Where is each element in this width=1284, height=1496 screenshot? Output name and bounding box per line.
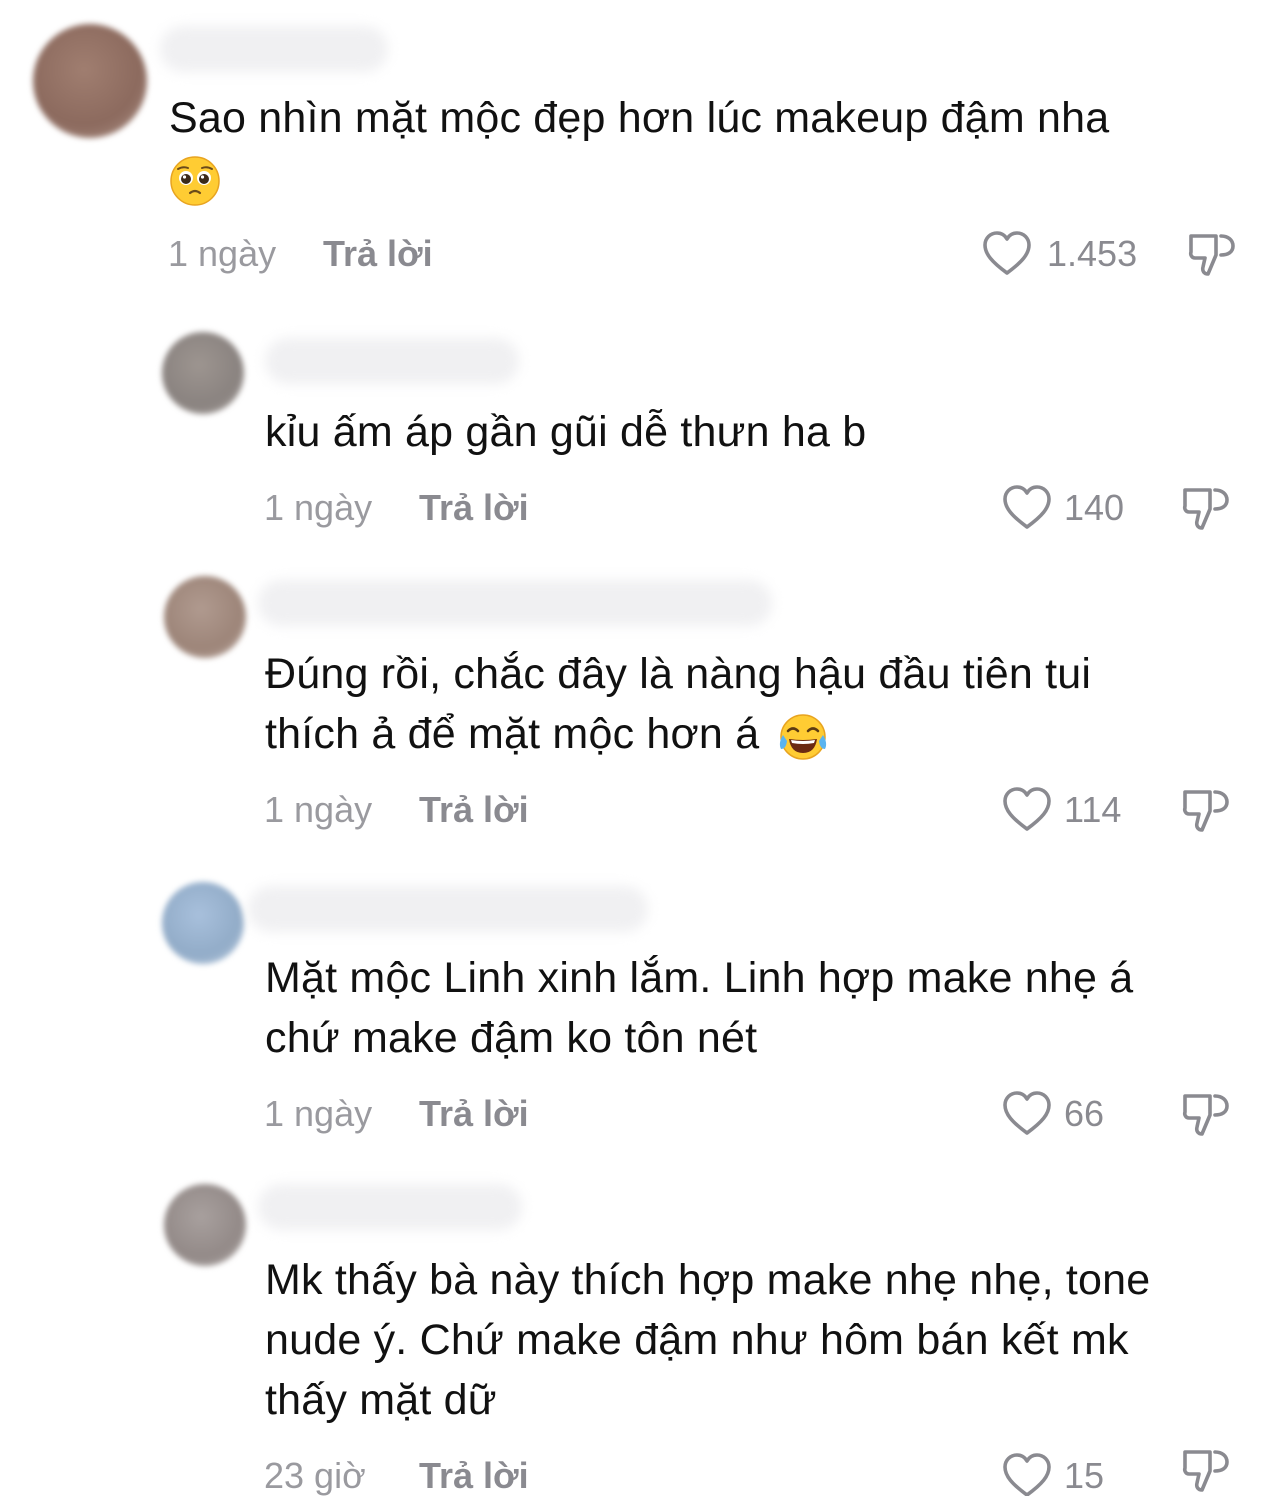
- comment-line: Mặt mộc Linh xinh lắm. Linh hợp make nhẹ…: [265, 954, 1134, 1002]
- thumbs-down-icon[interactable]: [1186, 228, 1238, 280]
- avatar[interactable]: [162, 332, 244, 414]
- reply-button[interactable]: Trả lời: [323, 232, 433, 276]
- comment-line: nude ý. Chứ make đậm như hôm bán kết mk: [265, 1316, 1129, 1364]
- like-count: 1.453: [1047, 233, 1138, 274]
- comment-text: Mặt mộc Linh xinh lắm. Linh hợp make nhẹ…: [265, 948, 1133, 1008]
- like-count: 114: [1064, 789, 1122, 830]
- comment-text-line-2: [169, 148, 221, 208]
- heart-icon[interactable]: [982, 230, 1032, 278]
- username-blurred[interactable]: [160, 26, 388, 72]
- comment-line: thấy mặt dữ: [265, 1376, 497, 1424]
- like-count: 140: [1064, 487, 1125, 528]
- tears-of-joy-emoji: [780, 713, 827, 760]
- reply-button[interactable]: Trả lời: [419, 1454, 529, 1496]
- comment-text-line-3: thấy mặt dữ: [265, 1370, 497, 1430]
- avatar[interactable]: [164, 1184, 246, 1266]
- thumbs-down-icon[interactable]: [1180, 784, 1232, 836]
- thumbs-down-icon[interactable]: [1180, 1444, 1232, 1496]
- username-blurred[interactable]: [258, 580, 772, 626]
- reply-button[interactable]: Trả lời: [419, 788, 529, 832]
- comment-text: kỉu ấm áp gần gũi dễ thưn ha b: [265, 402, 866, 462]
- comment-line: kỉu ấm áp gần gũi dễ thưn ha b: [265, 408, 867, 456]
- comments-thread: Sao nhìn mặt mộc đẹp hơn lúc makeup đậm …: [0, 0, 1284, 1496]
- comment-text: Mk thấy bà này thích hợp make nhẹ nhẹ, t…: [265, 1250, 1150, 1310]
- username-blurred[interactable]: [265, 338, 519, 384]
- comment-line: thích ả để mặt mộc hơn á: [265, 710, 760, 758]
- avatar[interactable]: [33, 24, 147, 138]
- comment-timestamp: 1 ngày: [264, 487, 373, 528]
- avatar[interactable]: [164, 576, 246, 658]
- comment-text-line-2: thích ả để mặt mộc hơn á: [265, 704, 829, 764]
- reply-button[interactable]: Trả lời: [419, 486, 529, 530]
- like-count: 15: [1064, 1455, 1105, 1496]
- username-blurred[interactable]: [258, 1184, 522, 1230]
- comment-timestamp: 1 ngày: [168, 233, 277, 274]
- comment-text: Đúng rồi, chắc đây là nàng hậu đầu tiên …: [265, 644, 1091, 704]
- heart-icon[interactable]: [1002, 484, 1052, 532]
- pleading-face-emoji: [170, 155, 220, 206]
- comment-line: Sao nhìn mặt mộc đẹp hơn lúc makeup đậm …: [169, 94, 1110, 142]
- comment-text: Sao nhìn mặt mộc đẹp hơn lúc makeup đậm …: [169, 88, 1109, 148]
- thumbs-down-icon[interactable]: [1180, 1088, 1232, 1140]
- thumbs-down-icon[interactable]: [1180, 482, 1232, 534]
- comment-line: Mk thấy bà này thích hợp make nhẹ nhẹ, t…: [265, 1256, 1151, 1304]
- heart-icon[interactable]: [1002, 1452, 1052, 1496]
- comment-timestamp: 1 ngày: [264, 1093, 373, 1134]
- reply-button[interactable]: Trả lời: [419, 1092, 529, 1136]
- comment-text-line-2: chứ make đậm ko tôn nét: [265, 1008, 757, 1068]
- comment-line: chứ make đậm ko tôn nét: [265, 1014, 758, 1062]
- comment-timestamp: 1 ngày: [264, 789, 373, 830]
- like-count: 66: [1064, 1093, 1105, 1134]
- heart-icon[interactable]: [1002, 1090, 1052, 1138]
- avatar[interactable]: [162, 882, 244, 964]
- comment-text-line-2: nude ý. Chứ make đậm như hôm bán kết mk: [265, 1310, 1129, 1370]
- comment-line: Đúng rồi, chắc đây là nàng hậu đầu tiên …: [265, 650, 1092, 698]
- heart-icon[interactable]: [1002, 786, 1052, 834]
- username-blurred[interactable]: [248, 886, 648, 932]
- comment-timestamp: 23 giờ: [264, 1455, 366, 1496]
